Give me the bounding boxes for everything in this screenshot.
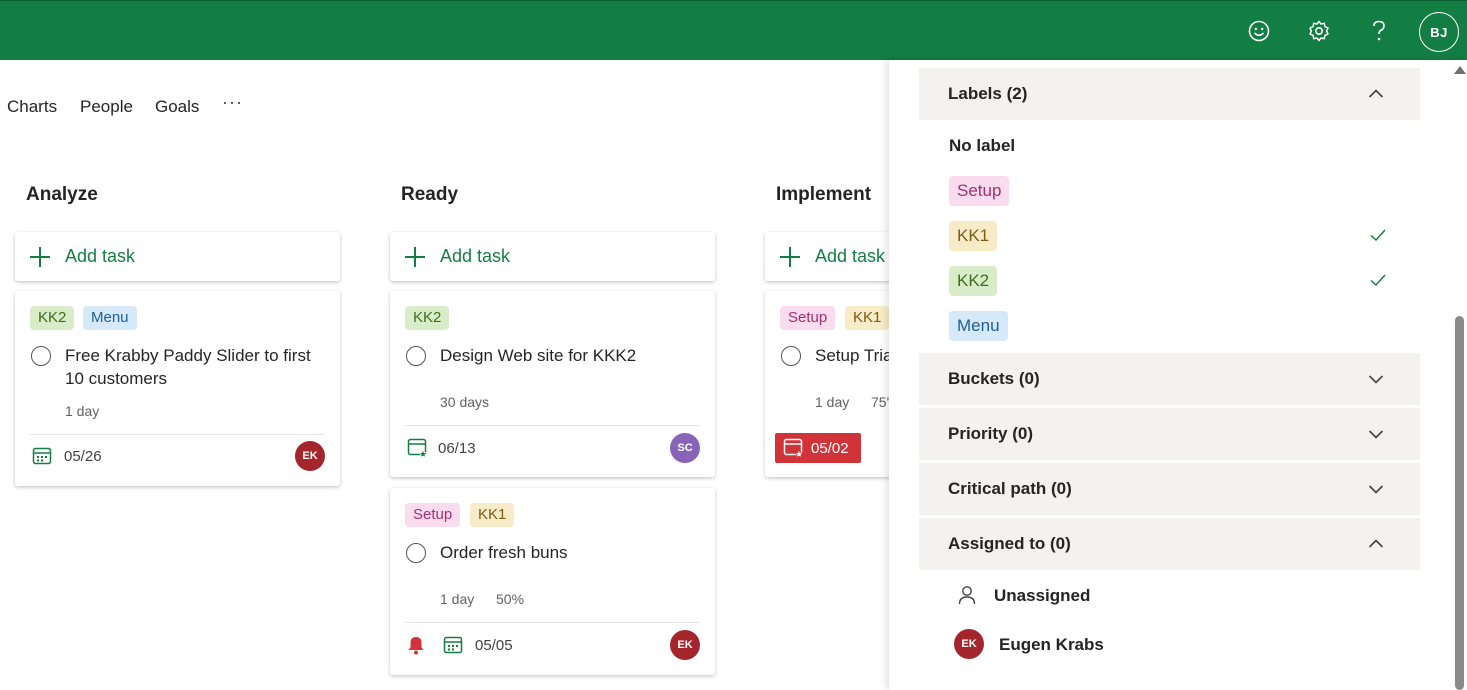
label-setup: Setup [405,503,461,527]
chevron-up-icon [1368,539,1384,548]
bell-icon [407,635,425,660]
label-option-kk2[interactable]: KK2 [949,266,998,296]
scrollbar-thumb[interactable] [1455,316,1464,690]
task-card[interactable]: KK2 Menu Free Krabby Paddy Slider to fir… [15,291,340,486]
task-duration: 30 days [440,394,490,410]
calendar-star-icon [783,437,805,459]
complete-task-radio[interactable] [31,346,51,366]
smiley-icon[interactable] [1243,15,1275,47]
add-task-button[interactable]: Add task [15,232,340,281]
bucket-title-implement[interactable]: Implement [776,184,871,206]
assigned-to-section-title: Assigned to (0) [948,534,1071,553]
label-setup: Setup [780,306,836,330]
calendar-icon [443,635,463,660]
add-task-label: Add task [65,246,136,266]
scroll-up-arrow-icon[interactable] [1454,66,1466,74]
assignee-avatar[interactable]: SC [670,433,700,463]
due-date: 05/02 [811,439,849,457]
app-header: BJ [0,0,1467,60]
task-title: Design Web site for KKK2 [440,346,637,365]
labels-section-title: Labels (2) [948,84,1028,103]
priority-section-title: Priority (0) [948,424,1034,443]
complete-task-radio[interactable] [781,346,801,366]
tab-goals[interactable]: Goals [155,97,199,117]
assignee-avatar: EK [954,629,984,659]
more-tabs-button[interactable]: ··· [222,92,243,113]
due-date[interactable]: 05/26 [64,448,102,465]
overdue-date-badge[interactable]: 05/02 [775,433,861,463]
label-kk1: KK1 [845,306,890,330]
due-date[interactable]: 06/13 [438,440,476,457]
plus-icon [779,246,801,268]
task-duration: 1 day [65,403,100,419]
critical-path-section-title: Critical path (0) [948,479,1072,498]
assignee-avatar[interactable]: EK [670,630,700,660]
task-progress: 75' [871,394,890,410]
calendar-icon [32,446,52,471]
bucket-title-analyze[interactable]: Analyze [26,184,98,206]
tab-charts[interactable]: Charts [7,97,57,117]
buckets-section-title: Buckets (0) [948,369,1040,388]
critical-path-section-header[interactable]: Critical path (0) [919,463,1420,515]
task-progress: 50% [496,591,525,607]
task-duration: 1 day [815,394,850,410]
chevron-up-icon [1368,89,1384,98]
buckets-section-header[interactable]: Buckets (0) [919,353,1420,405]
checkmark-icon [1370,274,1386,287]
task-title: Free Krabby Paddy Slider to first 10 cus… [65,346,311,388]
user-avatar[interactable]: BJ [1419,12,1459,52]
card-divider [405,425,700,426]
add-task-label: Add task [815,246,886,266]
label-option-no-label[interactable]: No label [949,136,1015,156]
label-menu: Menu [83,306,137,330]
label-option-setup[interactable]: Setup [949,176,1010,206]
due-date[interactable]: 05/05 [475,637,513,654]
person-icon [958,586,976,605]
help-icon[interactable] [1363,15,1395,47]
bucket-title-ready[interactable]: Ready [401,184,458,206]
checkmark-icon [1370,229,1386,242]
task-card[interactable]: Setup KK1 Order fresh buns 1 day 50% 05/… [390,488,715,675]
label-option-kk1[interactable]: KK1 [949,221,998,251]
labels-section-header[interactable]: Labels (2) [919,68,1420,120]
plus-icon [404,246,426,268]
settings-icon[interactable] [1303,15,1335,47]
label-kk2: KK2 [30,306,75,330]
tab-people[interactable]: People [80,97,133,117]
assignee-option-eugen-krabs[interactable]: Eugen Krabs [999,635,1104,655]
add-task-button[interactable]: Add task [390,232,715,281]
priority-section-header[interactable]: Priority (0) [919,408,1420,460]
card-divider [30,434,325,435]
add-task-label: Add task [440,246,511,266]
label-option-menu[interactable]: Menu [949,311,1008,341]
card-divider [405,622,700,623]
chevron-down-icon [1368,485,1384,494]
task-title: Order fresh buns [440,543,568,562]
assignee-avatar[interactable]: EK [295,441,325,471]
plus-icon [29,246,51,268]
task-card[interactable]: KK2 Design Web site for KKK2 30 days 06/… [390,291,715,477]
chevron-down-icon [1368,430,1384,439]
filter-panel: Labels (2) No label Setup KK1 KK2 Menu B… [889,60,1467,690]
assignee-option-unassigned[interactable]: Unassigned [994,586,1090,606]
calendar-star-icon [407,437,429,464]
complete-task-radio[interactable] [406,346,426,366]
assigned-to-section-header[interactable]: Assigned to (0) [919,518,1420,570]
complete-task-radio[interactable] [406,543,426,563]
label-kk2: KK2 [405,306,450,330]
chevron-down-icon [1368,375,1384,384]
label-kk1: KK1 [470,503,515,527]
task-duration: 1 day [440,591,475,607]
